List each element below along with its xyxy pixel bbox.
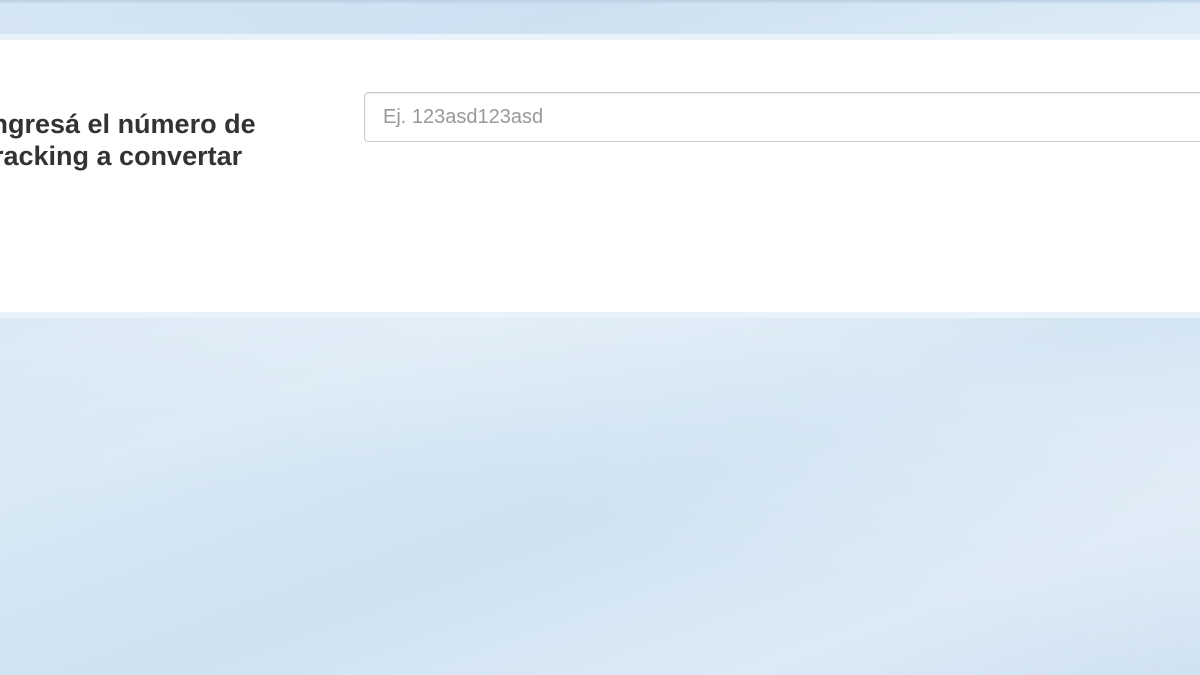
top-border (0, 0, 1200, 4)
tracking-number-input[interactable] (364, 92, 1200, 142)
tracking-form-panel: Ingresá el número de tracking a converta… (0, 34, 1200, 318)
tracking-form-row: Ingresá el número de tracking a converta… (0, 40, 1200, 312)
tracking-number-label: Ingresá el número de tracking a converta… (0, 109, 256, 171)
